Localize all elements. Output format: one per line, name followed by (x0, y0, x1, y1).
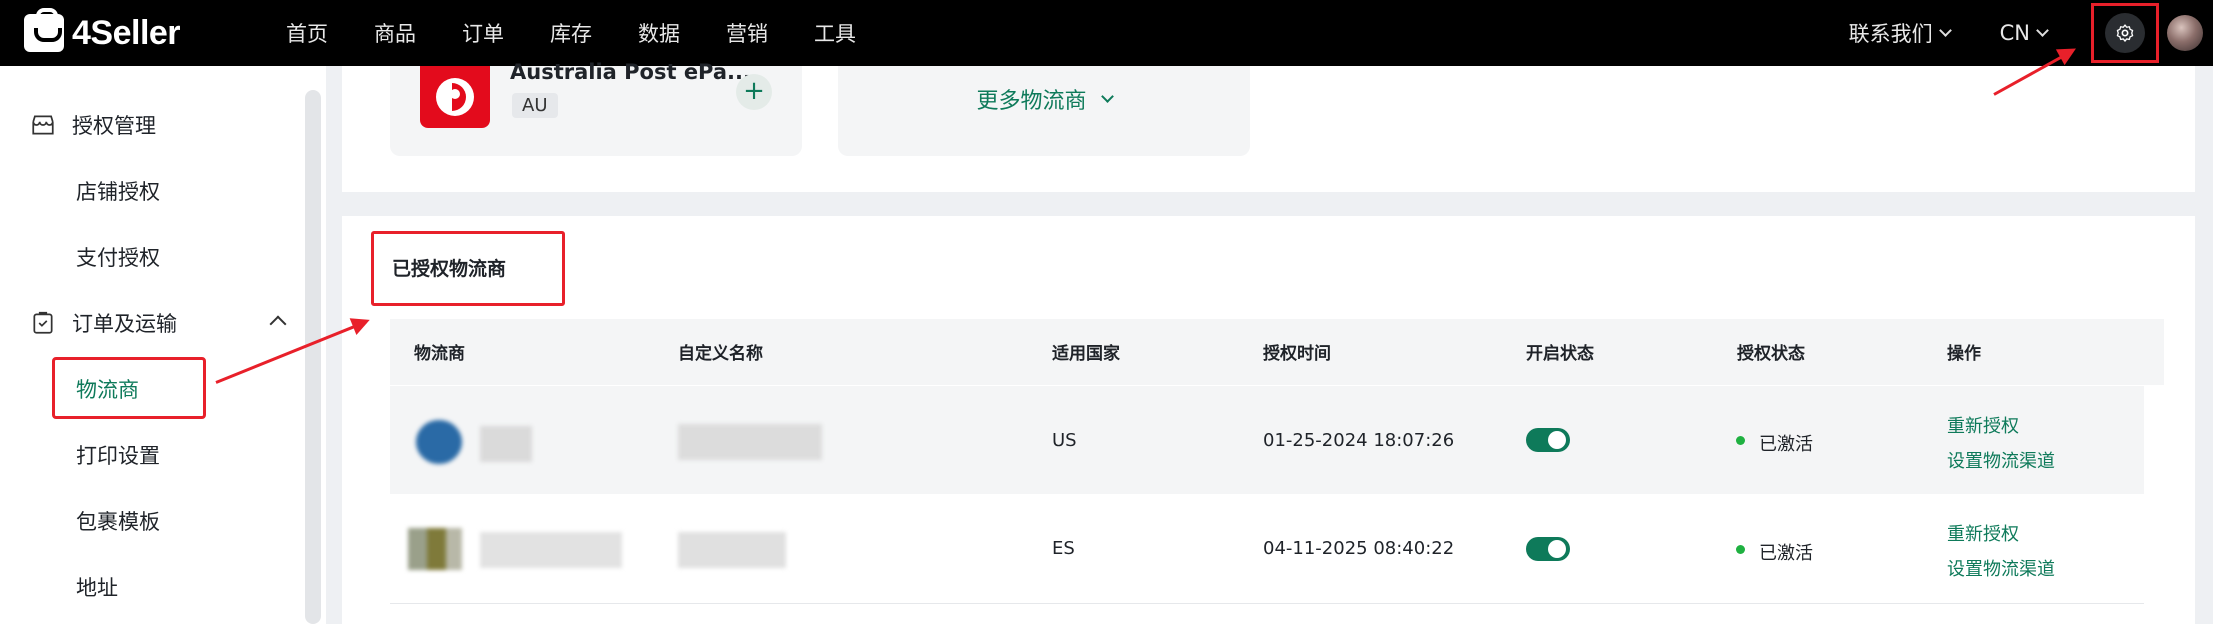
annotation-box-carriers (52, 357, 206, 419)
carrier-name-blurred (480, 532, 622, 568)
add-carrier-button[interactable]: + (736, 74, 772, 110)
sidebar-item-print-settings[interactable]: 打印设置 (76, 440, 160, 470)
carrier-name-blurred (480, 426, 532, 462)
reauthorize-link[interactable]: 重新授权 (1947, 520, 2019, 546)
col-custom-name: 自定义名称 (678, 344, 763, 364)
clipboard-icon (33, 311, 53, 334)
chevron-down-icon (1938, 23, 1952, 37)
status-dot (1736, 436, 1745, 445)
nav-tools[interactable]: 工具 (814, 18, 856, 48)
custom-name-blurred (678, 532, 786, 568)
sidebar-group-orders-shipping[interactable]: 订单及运输 (30, 308, 177, 338)
col-auth-time: 授权时间 (1263, 344, 1331, 364)
col-enabled: 开启状态 (1526, 344, 1594, 364)
annotation-box-section-title (371, 231, 565, 306)
australia-post-icon (436, 78, 474, 116)
australia-post-logo (420, 66, 490, 128)
logo-text: 4Seller (72, 13, 181, 52)
carrier-card-australia-post[interactable]: Australia Post ePa... AU + (390, 60, 802, 156)
set-channel-link[interactable]: 设置物流渠道 (1947, 555, 2055, 581)
nav-inventory[interactable]: 库存 (550, 18, 592, 48)
settings-button[interactable] (2105, 13, 2145, 53)
sidebar-item-package-template[interactable]: 包裹模板 (76, 506, 160, 536)
store-icon (32, 115, 54, 135)
top-right-area: 联系我们 CN (1849, 0, 2213, 66)
nav-data[interactable]: 数据 (638, 18, 680, 48)
settings-highlight-box (2091, 3, 2159, 63)
auth-time-cell: 01-25-2024 18:07:26 (1263, 430, 1455, 451)
col-auth-status: 授权状态 (1737, 344, 1805, 364)
chevron-down-icon (1100, 89, 1114, 103)
carrier-country-tag: AU (512, 93, 558, 118)
contact-us-dropdown[interactable]: 联系我们 (1848, 18, 1952, 48)
logo-bag-icon (24, 8, 64, 52)
col-carrier: 物流商 (414, 344, 465, 364)
sidebar-group-label: 授权管理 (72, 114, 156, 138)
sidebar-group-authorization[interactable]: 授权管理 (30, 110, 156, 140)
enabled-toggle[interactable] (1526, 428, 1570, 452)
carrier-logo-blurred (408, 528, 462, 570)
language-label: CN (1999, 21, 2030, 45)
country-cell: ES (1052, 538, 1075, 559)
sidebar-group-label: 订单及运输 (72, 312, 177, 336)
language-dropdown[interactable]: CN (1999, 21, 2049, 45)
carrier-name: Australia Post ePa... (510, 60, 751, 84)
nav-marketing[interactable]: 营销 (726, 18, 768, 48)
chevron-down-icon (2036, 23, 2049, 37)
enabled-toggle[interactable] (1526, 537, 1570, 561)
col-actions: 操作 (1947, 344, 1981, 364)
reauthorize-link[interactable]: 重新授权 (1947, 412, 2019, 438)
set-channel-link[interactable]: 设置物流渠道 (1947, 447, 2055, 473)
row-divider (390, 603, 2144, 604)
col-country: 适用国家 (1052, 344, 1120, 364)
carrier-logo-blurred (416, 420, 462, 464)
app-logo[interactable]: 4Seller (24, 8, 286, 53)
auth-time-cell: 04-11-2025 08:40:22 (1263, 538, 1455, 559)
gear-icon (2116, 24, 2134, 42)
sidebar-item-address[interactable]: 地址 (76, 572, 118, 602)
more-carriers-button[interactable]: 更多物流商 (838, 66, 1250, 156)
status-dot (1736, 545, 1745, 554)
status-badge: 已激活 (1759, 543, 1813, 564)
status-badge: 已激活 (1759, 434, 1813, 455)
country-cell: US (1052, 430, 1077, 451)
more-carriers-label: 更多物流商 (976, 89, 1087, 114)
contact-us-label: 联系我们 (1848, 22, 1933, 46)
nav-products[interactable]: 商品 (374, 18, 416, 48)
main-nav: 首页 商品 订单 库存 数据 营销 工具 (286, 18, 902, 48)
user-avatar[interactable] (2167, 15, 2203, 51)
chevron-up-icon[interactable] (269, 315, 287, 333)
top-navbar: 4Seller 首页 商品 订单 库存 数据 营销 工具 联系我们 CN (0, 0, 2213, 66)
sidebar-item-payment-auth[interactable]: 支付授权 (76, 242, 160, 272)
sidebar-item-store-auth[interactable]: 店铺授权 (76, 176, 160, 206)
custom-name-blurred (678, 424, 822, 460)
nav-orders[interactable]: 订单 (462, 18, 504, 48)
sidebar: 授权管理 店铺授权 支付授权 订单及运输 物流商 打印设置 包裹模板 地址 (0, 66, 326, 624)
sidebar-scrollbar[interactable] (305, 90, 321, 624)
nav-home[interactable]: 首页 (286, 18, 328, 48)
